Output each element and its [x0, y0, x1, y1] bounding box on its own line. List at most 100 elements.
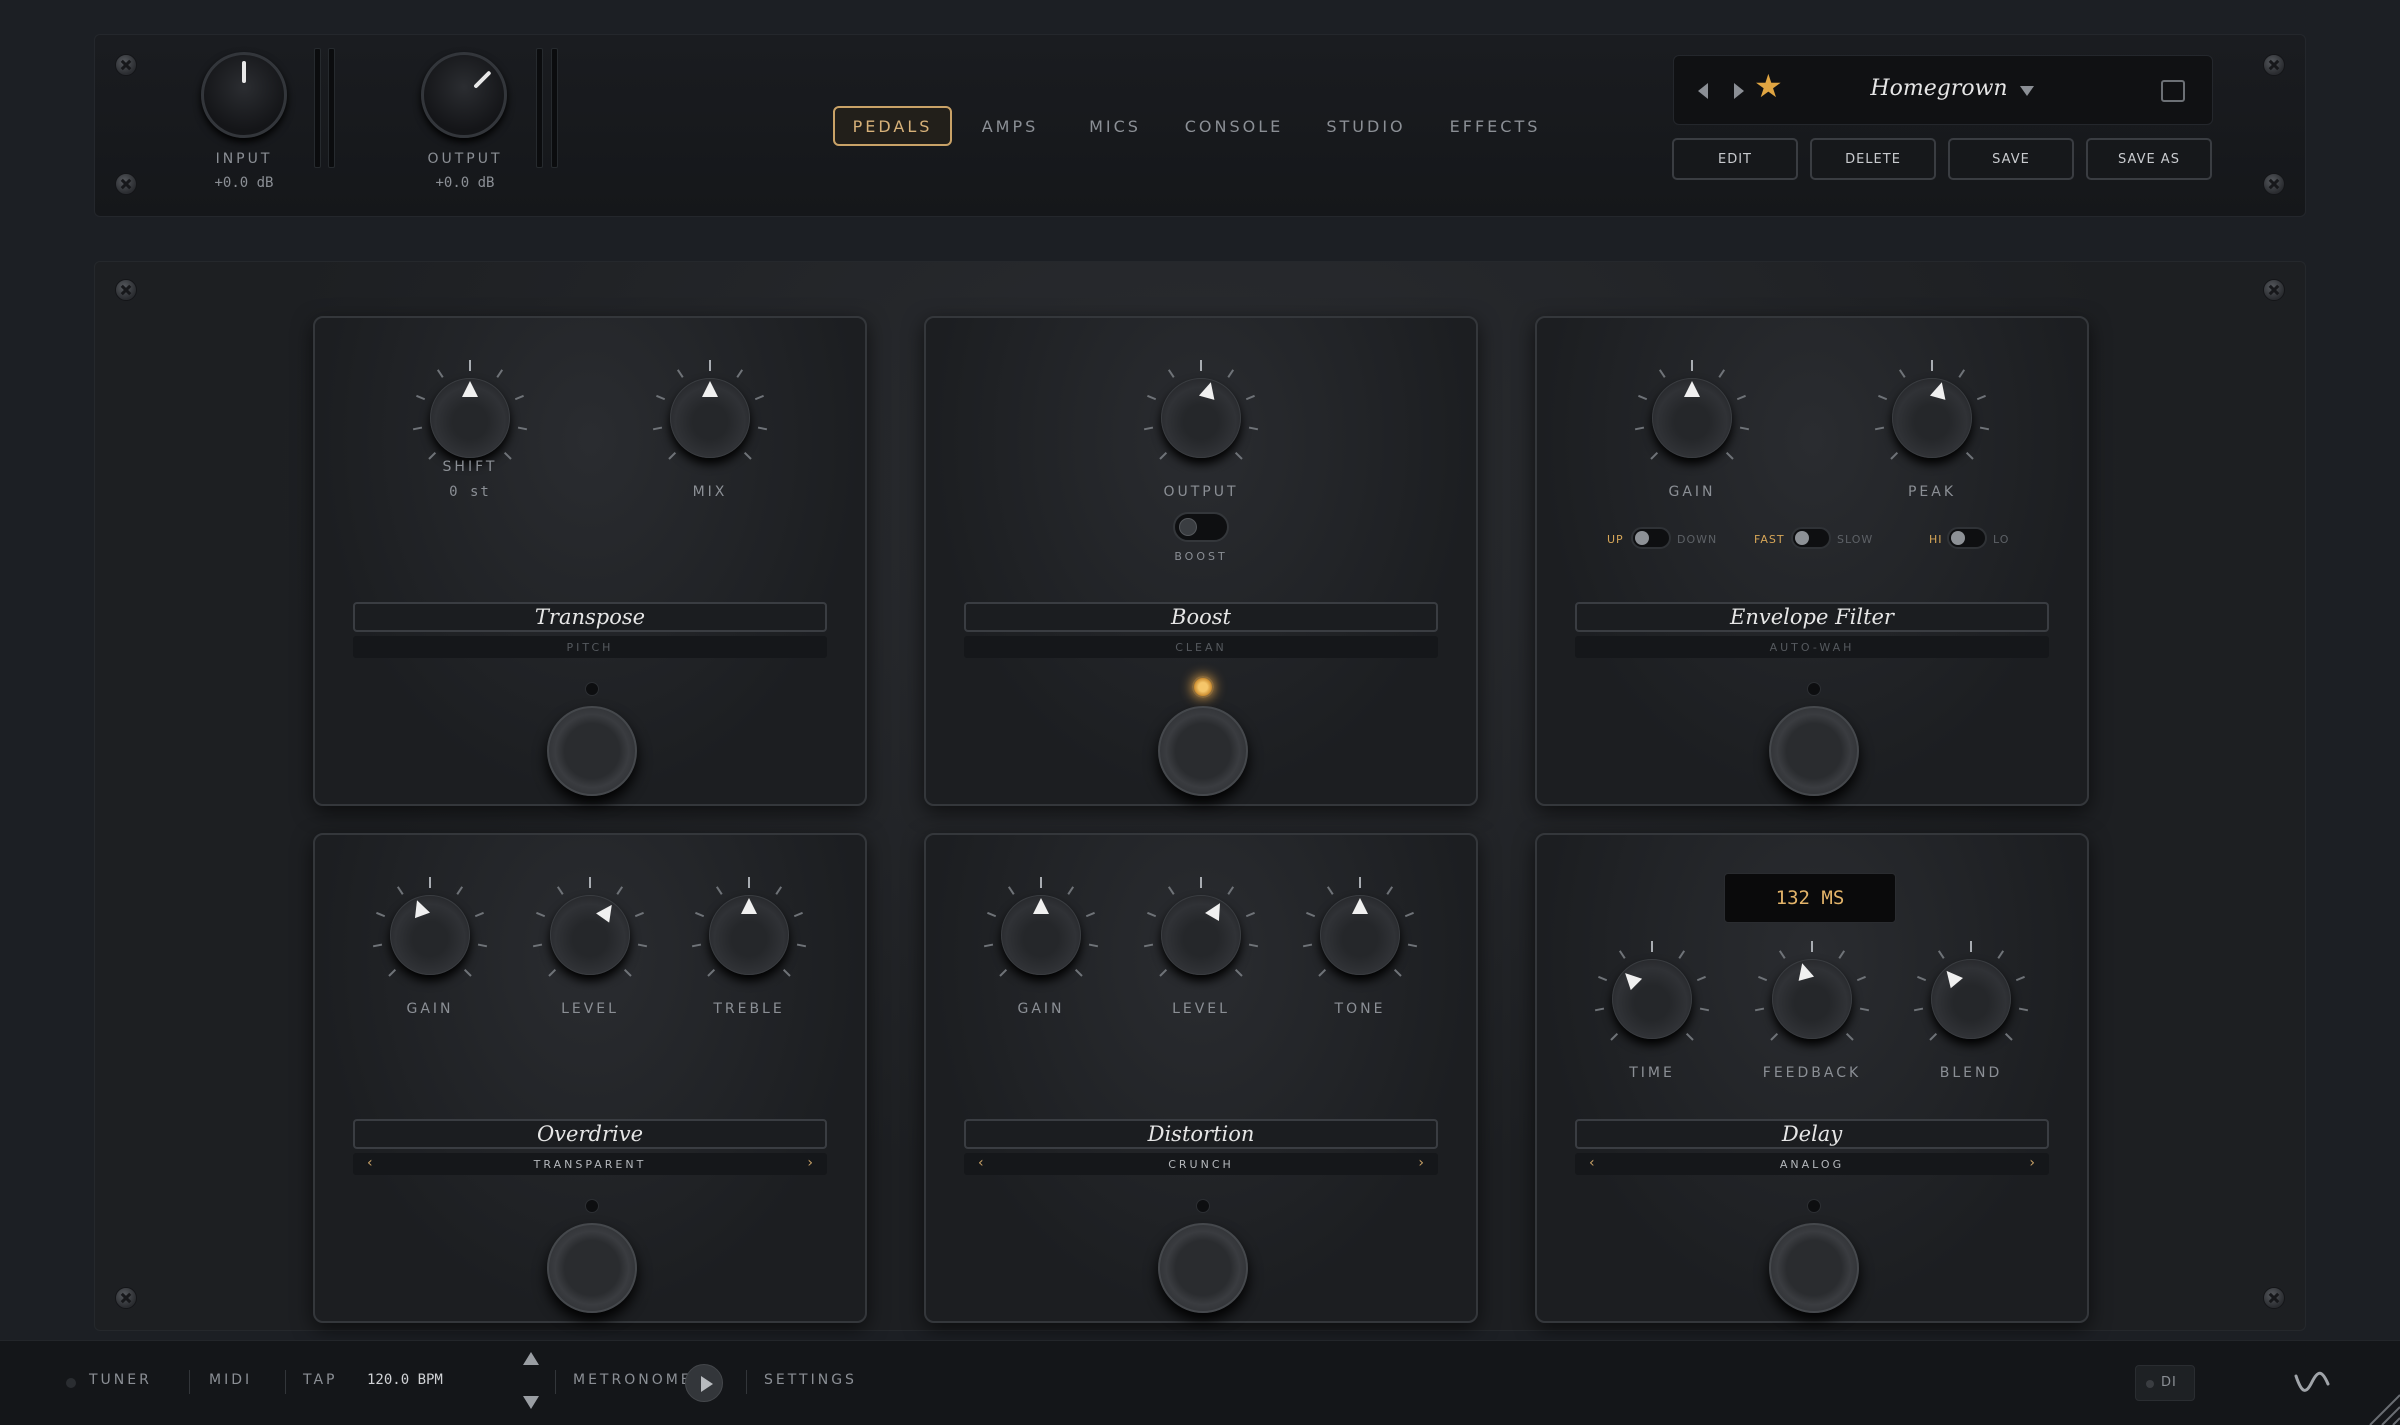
- gain-knob[interactable]: [372, 877, 488, 993]
- knob-cap[interactable]: [1001, 895, 1081, 975]
- level-knob[interactable]: [532, 877, 648, 993]
- footswitch[interactable]: [1158, 1223, 1248, 1313]
- knob-tick: [589, 877, 591, 888]
- tap-tempo-button[interactable]: TAP: [303, 1372, 337, 1388]
- knob-pointer: [1794, 961, 1815, 981]
- knob-tick: [436, 369, 444, 378]
- knob-tick: [1778, 950, 1786, 959]
- metronome-play-button[interactable]: [685, 1364, 723, 1402]
- footswitch[interactable]: [1769, 1223, 1859, 1313]
- knob-cap[interactable]: [1161, 378, 1241, 458]
- favorite-star-icon[interactable]: ★: [1754, 70, 1783, 102]
- preset-window-icon[interactable]: [2161, 80, 2185, 102]
- tab-amps[interactable]: AMPS: [975, 106, 1045, 146]
- midi-button[interactable]: MIDI: [209, 1372, 252, 1388]
- knob-cap[interactable]: [430, 378, 510, 458]
- previous-preset-icon[interactable]: [1698, 83, 1708, 99]
- tone-knob[interactable]: [1302, 877, 1418, 993]
- knob-tick: [1159, 968, 1168, 977]
- knob-cap[interactable]: [1772, 959, 1852, 1039]
- hi-lo-switch[interactable]: [1947, 527, 1987, 549]
- up-down-switch[interactable]: [1631, 527, 1671, 549]
- knob-cap[interactable]: [709, 895, 789, 975]
- footswitch[interactable]: [1769, 706, 1859, 796]
- footswitch[interactable]: [1158, 706, 1248, 796]
- level-knob[interactable]: [1143, 877, 1259, 993]
- mode-prev-icon[interactable]: ‹: [1589, 1155, 1595, 1171]
- knob-tick: [463, 968, 472, 977]
- treble-knob[interactable]: [691, 877, 807, 993]
- knob-tick: [1200, 877, 1202, 888]
- time-knob[interactable]: [1594, 941, 1710, 1057]
- knob-pointer: [1205, 899, 1227, 921]
- knob-cap[interactable]: [1161, 895, 1241, 975]
- input-label: INPUT: [215, 151, 273, 167]
- knob-cap[interactable]: [1652, 378, 1732, 458]
- knob-cap[interactable]: [390, 895, 470, 975]
- gain-knob[interactable]: [983, 877, 1099, 993]
- settings-button[interactable]: SETTINGS: [764, 1372, 857, 1388]
- knob-tick: [1234, 968, 1243, 977]
- peak-knob[interactable]: [1874, 360, 1990, 476]
- output-knob[interactable]: [1143, 360, 1259, 476]
- tab-effects[interactable]: EFFECTS: [1450, 106, 1540, 146]
- save-preset-button[interactable]: SAVE: [1948, 138, 2074, 180]
- tuner-button[interactable]: TUNER: [89, 1372, 152, 1388]
- mode-prev-icon[interactable]: ‹: [367, 1155, 373, 1171]
- up-label: UP: [1607, 533, 1624, 546]
- knob-cap[interactable]: [1612, 959, 1692, 1039]
- knob-tick: [1651, 941, 1653, 952]
- knob-cap[interactable]: [1892, 378, 1972, 458]
- knob-tick: [616, 886, 624, 895]
- preset-dropdown-icon[interactable]: [2020, 86, 2034, 96]
- knob-tick: [1699, 1007, 1710, 1012]
- bpm-value[interactable]: 120.0 BPM: [367, 1372, 443, 1388]
- tab-mics[interactable]: MICS: [1085, 106, 1145, 146]
- output-label: OUTPUT: [427, 151, 503, 167]
- blend-knob[interactable]: [1913, 941, 2029, 1057]
- knob-tick: [469, 360, 471, 371]
- fast-label: FAST: [1754, 533, 1785, 546]
- knob-tick: [1770, 1032, 1779, 1041]
- knob-cap[interactable]: [670, 378, 750, 458]
- footswitch[interactable]: [547, 1223, 637, 1313]
- mode-next-icon[interactable]: ›: [807, 1155, 813, 1171]
- knob-tick: [775, 886, 783, 895]
- bpm-down-icon[interactable]: [523, 1396, 539, 1409]
- knob-tick: [754, 394, 764, 401]
- pedal-distortion: GAIN LEVEL TONE Distortion ‹ CRUNCH ›: [924, 833, 1478, 1323]
- mode-prev-icon[interactable]: ‹: [978, 1155, 984, 1171]
- di-button[interactable]: DI: [2135, 1365, 2195, 1401]
- knob-tick: [736, 369, 744, 378]
- footswitch[interactable]: [547, 706, 637, 796]
- mode-next-icon[interactable]: ›: [2029, 1155, 2035, 1171]
- knob-tick: [748, 877, 750, 888]
- mode-next-icon[interactable]: ›: [1418, 1155, 1424, 1171]
- knob-cap[interactable]: [1320, 895, 1400, 975]
- resize-handle-icon[interactable]: [2365, 1390, 2400, 1425]
- knob-tick: [1725, 451, 1734, 460]
- tab-console[interactable]: CONSOLE: [1185, 106, 1282, 146]
- fast-slow-switch[interactable]: [1791, 527, 1831, 549]
- gain-knob[interactable]: [1634, 360, 1750, 476]
- knob-tick: [1404, 911, 1414, 918]
- tab-pedals[interactable]: PEDALS: [833, 106, 952, 146]
- preset-name[interactable]: Homegrown: [1864, 76, 2014, 101]
- knob-tick: [1143, 426, 1154, 431]
- boost-toggle[interactable]: [1173, 512, 1229, 542]
- tab-studio[interactable]: STUDIO: [1326, 106, 1406, 146]
- output-gain-knob[interactable]: [421, 52, 507, 138]
- mix-knob[interactable]: [652, 360, 768, 476]
- knob-cap[interactable]: [1931, 959, 2011, 1039]
- level-knob-label: LEVEL: [1172, 1001, 1230, 1017]
- delete-preset-button[interactable]: DELETE: [1810, 138, 1936, 180]
- input-gain-knob[interactable]: [201, 52, 287, 138]
- feedback-knob[interactable]: [1754, 941, 1870, 1057]
- save-as-preset-button[interactable]: SAVE AS: [2086, 138, 2212, 180]
- switch-thumb: [1635, 531, 1649, 545]
- knob-cap[interactable]: [550, 895, 630, 975]
- edit-preset-button[interactable]: EDIT: [1672, 138, 1798, 180]
- next-preset-icon[interactable]: [1734, 83, 1744, 99]
- knob-tick: [623, 968, 632, 977]
- bpm-up-icon[interactable]: [523, 1352, 539, 1365]
